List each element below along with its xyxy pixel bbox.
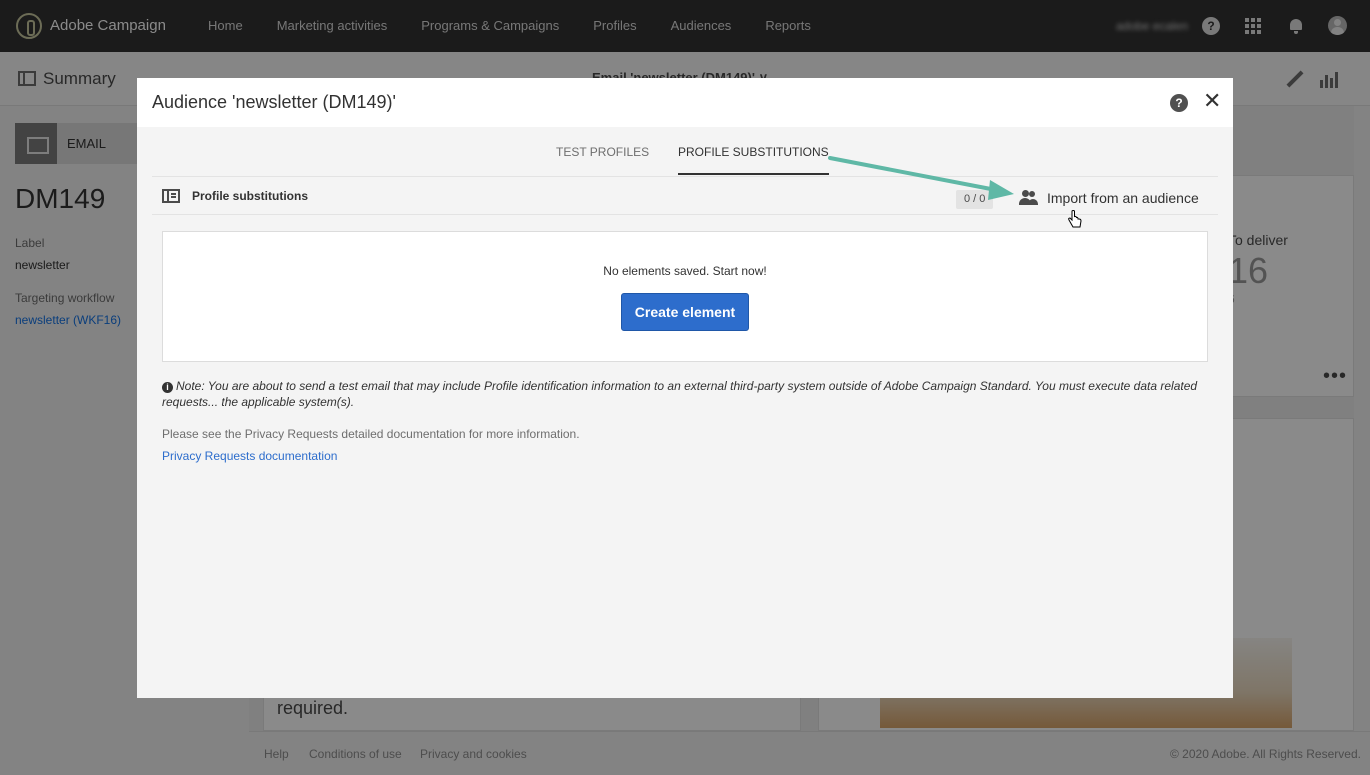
profile-substitutions-bar: Profile substitutions 0 / 0 Import from … bbox=[152, 177, 1218, 215]
privacy-note: i Note: You are about to send a test emai… bbox=[162, 378, 1212, 410]
hand-cursor-icon bbox=[1068, 210, 1082, 228]
section-title: Profile substitutions bbox=[192, 189, 309, 203]
panel-list-icon[interactable] bbox=[162, 189, 180, 203]
audience-modal: Audience 'newsletter (DM149)' ? ✕ TEST P… bbox=[137, 78, 1233, 698]
create-element-button[interactable]: Create element bbox=[621, 293, 749, 331]
annotation-arrow bbox=[828, 156, 1014, 200]
modal-header: Audience 'newsletter (DM149)' ? ✕ bbox=[137, 78, 1233, 127]
privacy-requests-link[interactable]: Privacy Requests documentation bbox=[162, 449, 337, 463]
tab-profile-substitutions[interactable]: PROFILE SUBSTITUTIONS bbox=[678, 145, 829, 175]
privacy-see-text: Please see the Privacy Requests detailed… bbox=[162, 427, 580, 441]
privacy-note-text: Note: You are about to send a test email… bbox=[162, 379, 1198, 409]
info-icon: i bbox=[162, 382, 173, 393]
help-icon[interactable]: ? bbox=[1170, 94, 1188, 112]
modal-tabs: TEST PROFILES PROFILE SUBSTITUTIONS bbox=[137, 127, 1233, 176]
empty-state-box: No elements saved. Start now! Create ele… bbox=[162, 231, 1208, 362]
modal-title: Audience 'newsletter (DM149)' bbox=[152, 92, 396, 112]
import-label: Import from an audience bbox=[1047, 190, 1199, 206]
close-icon[interactable]: ✕ bbox=[1203, 90, 1221, 112]
tab-test-profiles[interactable]: TEST PROFILES bbox=[556, 145, 649, 159]
empty-message: No elements saved. Start now! bbox=[603, 264, 767, 278]
